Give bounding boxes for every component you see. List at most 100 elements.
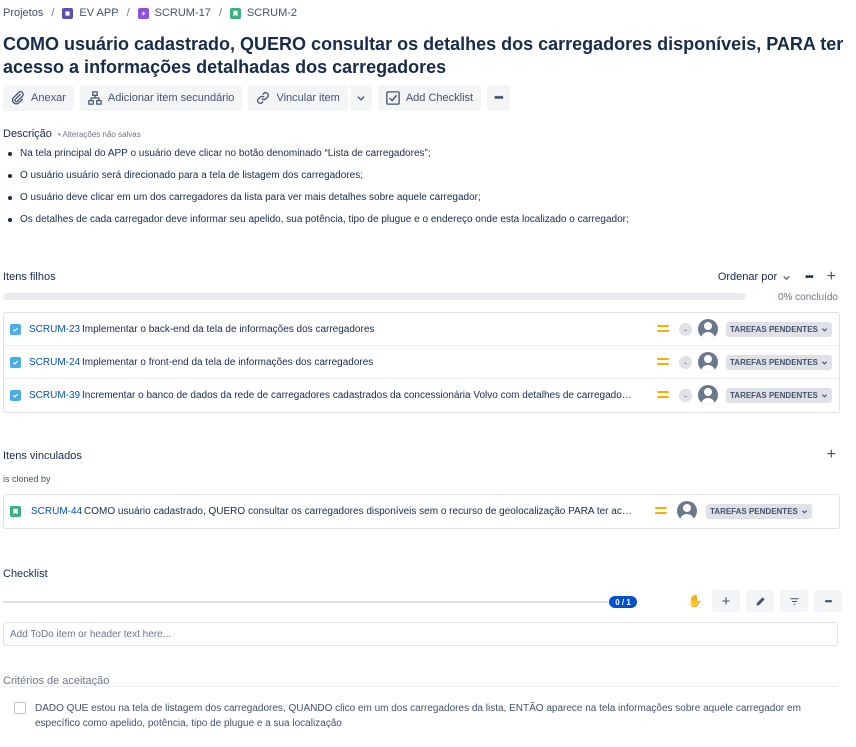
priority-medium-icon <box>657 391 669 398</box>
child-items-progress-text: 0% concluído <box>777 292 838 303</box>
breadcrumb-project[interactable]: EV APP <box>62 7 119 19</box>
child-item-row[interactable]: SCRUM-23 Implementar o back-end da tela … <box>4 313 839 346</box>
linked-items-title: Itens vinculados <box>3 450 82 462</box>
issue-summary[interactable]: COMO usuário cadastrado, QUERO consultar… <box>84 506 637 517</box>
child-items-progress-bar <box>3 293 746 300</box>
priority-medium-icon <box>655 507 667 514</box>
checklist-progress-bar <box>3 601 609 603</box>
link-item-button[interactable]: Vincular item <box>248 85 348 111</box>
issue-key-link[interactable]: SCRUM-44 <box>31 506 84 517</box>
checklist-add-button[interactable]: + <box>712 590 740 612</box>
task-icon <box>10 390 21 401</box>
sort-by-label: Ordenar por <box>717 271 778 283</box>
pencil-icon <box>755 596 765 606</box>
sort-by-dropdown[interactable]: Ordenar por <box>718 271 791 283</box>
child-item-row[interactable]: SCRUM-24 Implementar o front-end da tela… <box>4 346 839 379</box>
description-item: O usuário deve clicar em um dos carregad… <box>8 192 629 203</box>
breadcrumb-label[interactable]: EV APP <box>79 7 118 19</box>
status-dropdown[interactable]: TAREFAS PENDENTES <box>726 388 832 403</box>
link-relation-label: is cloned by <box>3 474 51 484</box>
issue-key-link[interactable]: SCRUM-23 <box>29 324 82 335</box>
checklist-icon <box>386 91 400 105</box>
more-actions-button[interactable]: ••• <box>487 85 510 111</box>
estimate-badge: - <box>679 323 692 336</box>
status-dropdown[interactable]: TAREFAS PENDENTES <box>726 322 832 337</box>
issue-summary[interactable]: Incrementar o banco de dados da rede de … <box>82 390 635 401</box>
description-content[interactable]: Na tela principal do APP o usuário deve … <box>8 148 629 236</box>
wave-hand-icon[interactable]: ✋ <box>684 590 706 612</box>
breadcrumb-separator: / <box>218 7 222 19</box>
description-item: Na tela principal do APP o usuário deve … <box>8 148 629 159</box>
link-button-group: Vincular item <box>248 85 372 111</box>
assignee-avatar[interactable] <box>698 319 718 339</box>
chevron-down-icon <box>821 361 827 365</box>
chevron-down-icon <box>821 394 827 398</box>
status-label: TAREFAS PENDENTES <box>730 358 818 367</box>
criteria-text: DADO QUE estou na tela de listagem dos c… <box>35 703 801 729</box>
estimate-badge: - <box>679 389 692 402</box>
linked-item-row[interactable]: SCRUM-44 COMO usuário cadastrado, QUERO … <box>4 495 839 528</box>
link-dropdown-button[interactable] <box>349 85 372 111</box>
description-item: O usuário usuário será direcionado para … <box>8 170 629 181</box>
chevron-down-icon <box>357 96 365 101</box>
issue-summary[interactable]: Implementar o back-end da tela de inform… <box>82 324 635 335</box>
criteria-item: DADO QUE estou na tela de listagem dos c… <box>14 701 825 731</box>
checklist-title: Checklist <box>3 568 48 580</box>
add-child-item-button[interactable]: + <box>827 269 836 285</box>
status-dropdown[interactable]: TAREFAS PENDENTES <box>726 355 832 370</box>
description-label: Descrição <box>3 128 52 140</box>
add-child-label: Adicionar item secundário <box>107 92 235 104</box>
story-icon <box>10 506 21 517</box>
breadcrumb: Projetos / EV APP / SCRUM-17 / SCRUM-2 <box>3 5 297 21</box>
checklist-more-button[interactable]: ••• <box>814 590 842 612</box>
checklist-filter-button[interactable] <box>780 590 808 612</box>
assignee-avatar[interactable] <box>677 501 697 521</box>
priority-medium-icon <box>657 325 669 332</box>
add-child-button[interactable]: Adicionar item secundário <box>79 85 243 111</box>
breadcrumb-story[interactable]: SCRUM-2 <box>229 7 297 19</box>
add-checklist-button[interactable]: Add Checklist <box>377 85 482 111</box>
attach-button[interactable]: Anexar <box>3 85 74 111</box>
checklist-edit-button[interactable] <box>746 590 774 612</box>
breadcrumb-separator: / <box>126 7 130 19</box>
epic-icon <box>137 7 149 19</box>
todo-input[interactable]: Add ToDo item or header text here... <box>3 622 838 646</box>
filter-icon <box>789 597 799 605</box>
attach-label: Anexar <box>31 92 66 104</box>
issue-toolbar: Anexar Adicionar item secundário Vincula… <box>3 85 510 111</box>
paperclip-icon <box>11 91 24 105</box>
task-icon <box>10 356 21 368</box>
add-linked-item-button[interactable]: + <box>827 447 836 463</box>
child-items-title: Itens filhos <box>3 271 56 283</box>
breadcrumb-epic[interactable]: SCRUM-17 <box>137 7 211 19</box>
link-label: Vincular item <box>276 92 340 104</box>
criteria-checkbox[interactable] <box>14 702 26 714</box>
issue-title[interactable]: COMO usuário cadastrado, QUERO consultar… <box>3 33 848 79</box>
breadcrumb-separator: / <box>51 7 55 19</box>
breadcrumb-label[interactable]: SCRUM-17 <box>155 7 211 19</box>
chevron-down-icon <box>783 275 790 280</box>
chevron-down-icon <box>801 510 807 514</box>
checklist-progress-badge: 0 / 1 <box>609 596 637 608</box>
assignee-avatar[interactable] <box>698 352 718 372</box>
priority-medium-icon <box>657 358 669 365</box>
status-dropdown[interactable]: TAREFAS PENDENTES <box>706 504 812 519</box>
unsaved-changes-note: • Alterações não salvas <box>57 130 141 139</box>
status-label: TAREFAS PENDENTES <box>710 507 798 516</box>
assignee-avatar[interactable] <box>698 385 718 405</box>
status-label: TAREFAS PENDENTES <box>730 391 818 400</box>
child-item-row[interactable]: SCRUM-39 Incrementar o banco de dados da… <box>4 379 839 412</box>
issue-key-link[interactable]: SCRUM-24 <box>29 357 82 368</box>
breadcrumb-label[interactable]: Projetos <box>3 7 43 19</box>
breadcrumb-projects[interactable]: Projetos <box>3 7 43 19</box>
issue-summary[interactable]: Implementar o front-end da tela de infor… <box>82 357 635 368</box>
more-icon: ••• <box>494 92 504 104</box>
child-items-more-button[interactable]: ••• <box>805 272 813 283</box>
breadcrumb-label[interactable]: SCRUM-2 <box>247 7 297 19</box>
estimate-badge: - <box>679 356 692 369</box>
link-icon <box>257 92 270 104</box>
project-icon <box>62 7 74 19</box>
checklist-toolbar: ✋ + ••• <box>684 590 842 612</box>
issue-key-link[interactable]: SCRUM-39 <box>29 390 82 401</box>
add-checklist-label: Add Checklist <box>405 92 474 104</box>
